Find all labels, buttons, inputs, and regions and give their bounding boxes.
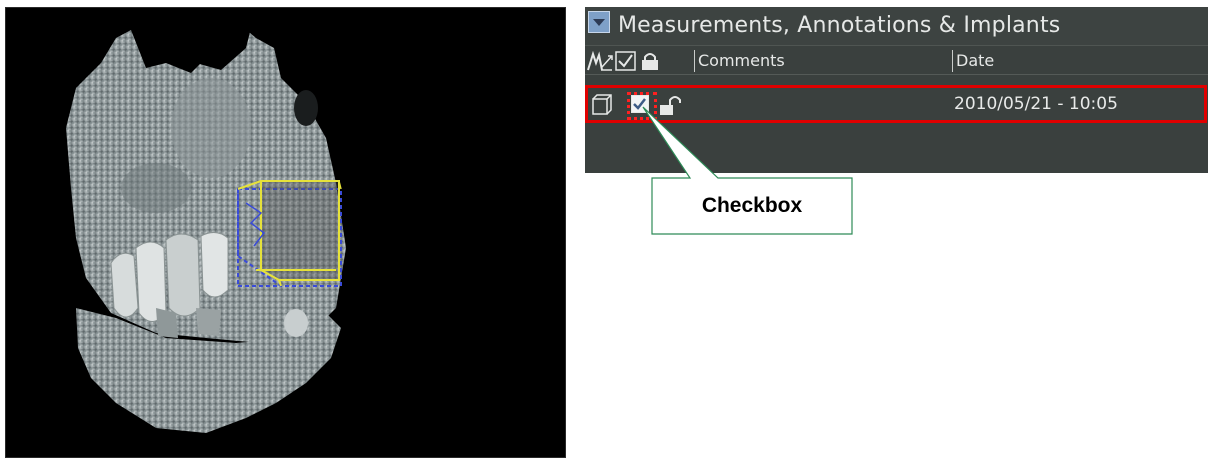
callout-pointer (642, 106, 853, 235)
callout-label: Checkbox (701, 194, 803, 217)
